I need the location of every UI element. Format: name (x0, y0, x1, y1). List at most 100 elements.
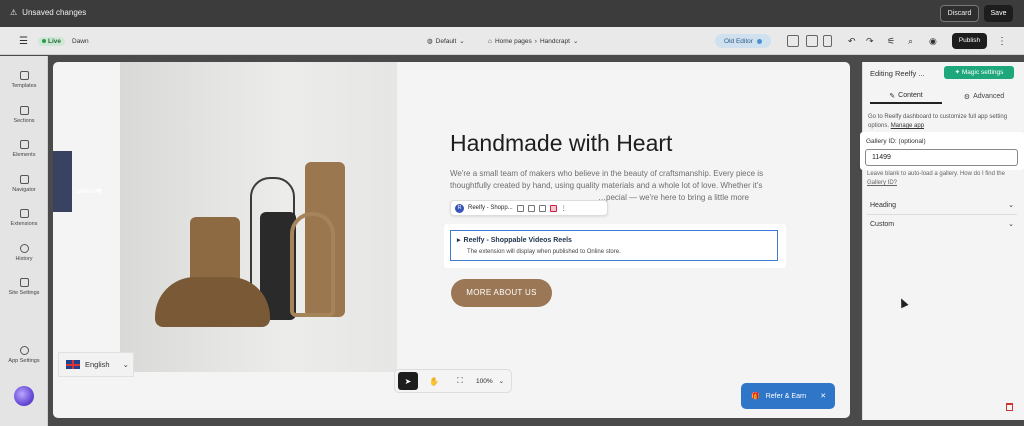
rail-elements[interactable]: Elements (0, 140, 48, 158)
uk-flag-icon (66, 360, 80, 369)
list-icon[interactable] (516, 204, 524, 212)
gallery-id-input[interactable]: 11499 (865, 149, 1018, 166)
editor-toolbar: ☰ Live Dawn ◍ Default ⌄ ⌂ Home pages › H… (0, 27, 1024, 55)
custom-section[interactable]: Custom ⌄ (870, 218, 1014, 230)
save-button[interactable]: Save (984, 5, 1013, 22)
preview-eye-icon[interactable]: ◉ (929, 34, 937, 48)
duplicate-icon[interactable] (538, 204, 546, 212)
gallery-id-field: Gallery ID: (optional) 11499 (860, 132, 1024, 170)
video-icon: ▸ (457, 237, 461, 244)
trash-icon[interactable] (1006, 403, 1013, 411)
gear-icon (19, 346, 29, 355)
default-selector[interactable]: ◍ Default ⌄ (427, 34, 465, 48)
tab-content[interactable]: ✎ Content (870, 89, 942, 104)
undo-icon[interactable]: ↶ (848, 34, 856, 48)
templates-icon (19, 71, 29, 80)
reviews-tab[interactable]: ★ Reviews (53, 151, 102, 212)
context-app-name[interactable]: Reelfy - Shopp... (468, 205, 513, 211)
toggle-dot-icon (756, 38, 762, 44)
chevron-down-icon: ⌄ (572, 38, 579, 45)
top-bar: ⚠ Unsaved changes Discard Save (0, 0, 1024, 27)
chevron-down-icon: ⌄ (122, 360, 129, 369)
rail-sections[interactable]: Sections (0, 106, 48, 124)
left-rail: Templates Sections Elements Navigator Ex… (0, 56, 48, 426)
site-settings-icon (19, 278, 29, 287)
gallery-help: Leave blank to auto-load a gallery. How … (867, 171, 1005, 186)
delete-icon[interactable] (549, 204, 557, 212)
divider (867, 214, 1017, 215)
globe-icon: ◍ (427, 38, 433, 45)
chevron-down-icon: ⌄ (459, 38, 465, 45)
product-photo (120, 62, 397, 372)
rail-history[interactable]: History (0, 244, 48, 262)
sections-icon (19, 106, 29, 115)
rail-extensions[interactable]: Extensions (0, 209, 48, 227)
chevron-down-icon: ⌄ (1008, 221, 1014, 228)
refer-earn-button[interactable]: 🎁 Refer & Earn ✕ (741, 383, 835, 409)
more-icon[interactable]: ⋮ (561, 205, 567, 212)
hand-tool-icon[interactable]: ✋ (424, 372, 444, 390)
language-selector[interactable]: English ⌄ (58, 352, 134, 377)
rail-templates[interactable]: Templates (0, 71, 48, 89)
gallery-id-label: Gallery ID: (optional) (866, 138, 926, 145)
warning-icon: ⚠ (10, 8, 18, 17)
canvas-tools: ➤ ✋ ⛶ 100% ⌄ (394, 369, 512, 393)
sparkle-icon: ✦ (954, 69, 962, 76)
menu-icon[interactable]: ☰ (19, 34, 28, 48)
gift-icon: 🎁 (751, 393, 760, 400)
page-selector[interactable]: ⌂ Home pages › Handcrapt ⌄ (488, 34, 578, 48)
reelfy-block[interactable]: ▸ Reelfy - Shoppable Videos Reels The ex… (450, 230, 778, 261)
avatar[interactable] (14, 386, 34, 406)
zoom-level[interactable]: 100% (476, 378, 493, 385)
home-icon: ⌂ (488, 37, 492, 45)
unsaved-status: ⚠ Unsaved changes (10, 8, 86, 17)
settings-panel: Editing Reelfy ... ✦ Magic settings ✎ Con… (862, 62, 1024, 420)
chevron-down-icon[interactable]: ⌄ (499, 377, 504, 385)
block-context-toolbar: R Reelfy - Shopp... ⋮ (450, 200, 608, 216)
magic-settings-button[interactable]: ✦ Magic settings (944, 66, 1014, 79)
heading-section[interactable]: Heading ⌄ (870, 199, 1014, 211)
basket-image (155, 277, 270, 327)
reelfy-app-icon: R (455, 203, 464, 213)
search-icon[interactable]: ⌕ (908, 34, 913, 48)
redo-icon[interactable]: ↷ (866, 34, 874, 48)
rail-app-settings[interactable]: App Settings (0, 346, 48, 364)
section-body: We're a small team of makers who believe… (450, 169, 764, 202)
more-options-icon[interactable]: ⋮ (997, 34, 1007, 48)
section-heading: Handmade with Heart (450, 130, 673, 156)
manage-app-link[interactable]: Manage app (891, 123, 924, 129)
publish-button[interactable]: Publish (952, 33, 987, 49)
panel-title: Editing Reelfy ... (870, 69, 925, 78)
desktop-view-icon[interactable] (787, 35, 799, 47)
settings-sliders-icon[interactable]: ⚟ (887, 34, 895, 48)
fit-screen-icon[interactable]: ⛶ (450, 372, 470, 390)
pencil-icon: ✎ (889, 92, 896, 100)
tab-advanced[interactable]: ⚙ Advanced (948, 89, 1020, 104)
panel-tabs: ✎ Content ⚙ Advanced (870, 89, 1017, 104)
rail-site-settings[interactable]: Site Settings (0, 278, 48, 296)
pointer-tool-icon[interactable]: ➤ (398, 372, 418, 390)
extensions-icon (19, 209, 29, 218)
navigator-icon (19, 175, 29, 184)
live-badge: Live (38, 34, 66, 48)
theme-name: Dawn (72, 37, 89, 45)
discard-button[interactable]: Discard (940, 5, 979, 22)
unsaved-label: Unsaved changes (22, 8, 87, 17)
block-title: ▸ Reelfy - Shoppable Videos Reels (457, 236, 572, 245)
more-about-us-button[interactable]: MORE ABOUT US (451, 279, 552, 307)
handle-basket-image (290, 212, 335, 317)
gear-icon: ⚙ (963, 93, 971, 101)
elements-icon (19, 140, 29, 149)
rail-navigator[interactable]: Navigator (0, 175, 48, 193)
tablet-view-icon[interactable] (806, 35, 818, 47)
block-subtitle: The extension will display when publishe… (467, 249, 621, 255)
old-editor-toggle[interactable]: Old Editor (715, 34, 771, 48)
layers-icon[interactable] (527, 204, 535, 212)
history-icon (19, 244, 29, 253)
close-icon[interactable]: ✕ (820, 392, 826, 400)
mobile-view-icon[interactable] (823, 35, 832, 47)
gallery-id-link[interactable]: Gallery ID? (867, 180, 897, 186)
chevron-down-icon: ⌄ (1008, 202, 1014, 209)
live-dot-icon (42, 39, 46, 43)
dashboard-help: Go to Reelfy dashboard to customize full… (868, 114, 1008, 129)
